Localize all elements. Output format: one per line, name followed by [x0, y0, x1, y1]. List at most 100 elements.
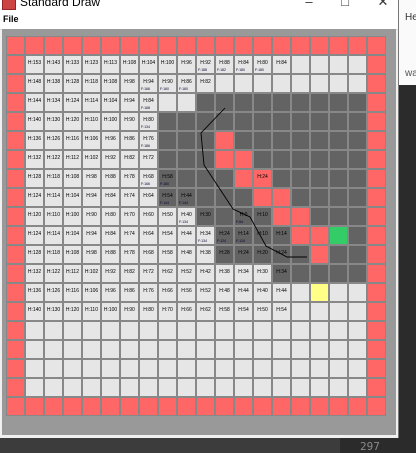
grid-cell[interactable] — [139, 36, 158, 55]
grid-cell[interactable] — [348, 359, 367, 378]
grid-cell[interactable] — [63, 36, 82, 55]
grid-cell[interactable] — [367, 264, 386, 283]
grid-cell[interactable] — [310, 359, 329, 378]
grid-cell[interactable]: H:84 — [101, 226, 120, 245]
grid-cell[interactable] — [272, 188, 291, 207]
grid-cell[interactable] — [329, 359, 348, 378]
grid-cell[interactable] — [215, 340, 234, 359]
grid-cell[interactable] — [310, 321, 329, 340]
grid-cell[interactable] — [6, 245, 25, 264]
grid-cell[interactable] — [348, 36, 367, 55]
grid-cell[interactable]: H:124 — [25, 226, 44, 245]
grid-cell[interactable] — [177, 150, 196, 169]
grid-cell[interactable] — [234, 359, 253, 378]
grid-cell[interactable] — [44, 321, 63, 340]
grid-cell[interactable] — [234, 74, 253, 93]
grid-cell[interactable] — [272, 397, 291, 416]
grid-cell[interactable] — [367, 302, 386, 321]
grid-cell[interactable] — [291, 150, 310, 169]
grid-cell[interactable]: H:98 — [82, 169, 101, 188]
grid-cell[interactable] — [196, 359, 215, 378]
grid-cell[interactable] — [6, 397, 25, 416]
grid-cell[interactable] — [348, 131, 367, 150]
grid-cell[interactable]: H:34 — [234, 264, 253, 283]
grid-cell[interactable]: H:44 — [234, 283, 253, 302]
grid-cell[interactable] — [348, 55, 367, 74]
grid-cell[interactable]: H:72 — [139, 264, 158, 283]
grid-cell[interactable]: H:108 — [101, 74, 120, 93]
grid-cell[interactable]: H:118 — [82, 74, 101, 93]
grid-cell[interactable]: H:94 F:166 — [139, 74, 158, 93]
grid-cell[interactable]: H:88 — [101, 169, 120, 188]
grid-cell[interactable]: H:70 — [158, 302, 177, 321]
grid-cell[interactable] — [253, 93, 272, 112]
grid-cell[interactable]: H:82 — [120, 150, 139, 169]
grid-cell[interactable]: H:98 — [82, 245, 101, 264]
grid-cell[interactable] — [120, 321, 139, 340]
grid-cell[interactable] — [272, 93, 291, 112]
grid-cell[interactable] — [272, 150, 291, 169]
grid-cell[interactable] — [329, 74, 348, 93]
grid-cell[interactable]: H:68 F:166 — [139, 169, 158, 188]
grid-cell[interactable] — [177, 397, 196, 416]
grid-cell[interactable] — [6, 359, 25, 378]
grid-cell[interactable] — [310, 74, 329, 93]
grid-cell[interactable] — [234, 150, 253, 169]
grid-cell[interactable] — [196, 150, 215, 169]
grid-cell[interactable]: H:24 F:124 — [215, 226, 234, 245]
grid-cell[interactable]: H:113 — [101, 55, 120, 74]
grid-cell[interactable]: H:40 F:134 — [177, 207, 196, 226]
grid-cell[interactable]: H:104 — [101, 93, 120, 112]
grid-cell[interactable]: H:48 — [215, 283, 234, 302]
grid-cell[interactable] — [101, 397, 120, 416]
grid-cell[interactable] — [291, 397, 310, 416]
grid-cell[interactable]: H:124 — [63, 93, 82, 112]
grid-cell[interactable] — [367, 340, 386, 359]
grid-cell[interactable]: H:78 — [120, 245, 139, 264]
grid-cell[interactable] — [348, 150, 367, 169]
grid-cell[interactable] — [196, 131, 215, 150]
grid-cell[interactable] — [177, 112, 196, 131]
grid-cell[interactable]: H:126 — [44, 131, 63, 150]
grid-cell[interactable] — [291, 340, 310, 359]
grid-cell[interactable] — [25, 340, 44, 359]
grid-cell[interactable] — [272, 74, 291, 93]
grid-cell[interactable] — [367, 169, 386, 188]
grid-cell[interactable] — [215, 169, 234, 188]
grid-cell[interactable] — [329, 340, 348, 359]
grid-cell[interactable]: H:82 — [196, 74, 215, 93]
grid-cell[interactable]: H:102 — [82, 264, 101, 283]
grid-cell[interactable]: H:60 — [139, 207, 158, 226]
grid-cell[interactable] — [177, 131, 196, 150]
grid-cell[interactable] — [310, 207, 329, 226]
grid-cell[interactable]: H:20 — [253, 245, 272, 264]
grid-cell[interactable]: H:54 — [272, 302, 291, 321]
grid-cell[interactable] — [101, 36, 120, 55]
grid-cell[interactable] — [6, 36, 25, 55]
grid-cell[interactable]: H:144 — [25, 93, 44, 112]
grid-cell[interactable]: H:54 F:144 — [158, 188, 177, 207]
grid-cell[interactable]: H:54 — [158, 226, 177, 245]
grid-cell[interactable]: H:98 — [120, 74, 139, 93]
grid-cell[interactable] — [367, 55, 386, 74]
grid-cell[interactable]: H:110 — [82, 112, 101, 131]
grid-cell[interactable]: H:90 — [120, 302, 139, 321]
grid-cell[interactable]: H:136 — [25, 283, 44, 302]
grid-cell[interactable] — [63, 397, 82, 416]
grid-cell[interactable]: H:100 — [158, 55, 177, 74]
grid-cell[interactable] — [367, 36, 386, 55]
grid-cell[interactable] — [177, 36, 196, 55]
grid-cell[interactable]: H:76 — [139, 283, 158, 302]
grid-cell[interactable] — [329, 397, 348, 416]
grid-cell[interactable] — [291, 283, 310, 302]
grid-cell[interactable]: H:96 — [101, 131, 120, 150]
grid-cell[interactable] — [310, 169, 329, 188]
grid-cell[interactable]: H:74 — [120, 226, 139, 245]
grid-cell[interactable] — [367, 397, 386, 416]
grid-cell[interactable] — [215, 321, 234, 340]
grid-cell[interactable]: H:86 F:160 — [177, 74, 196, 93]
grid-cell[interactable]: H:132 — [25, 150, 44, 169]
grid-cell[interactable] — [348, 169, 367, 188]
grid-cell[interactable]: H:130 — [44, 302, 63, 321]
grid-cell[interactable]: H:104 — [139, 55, 158, 74]
